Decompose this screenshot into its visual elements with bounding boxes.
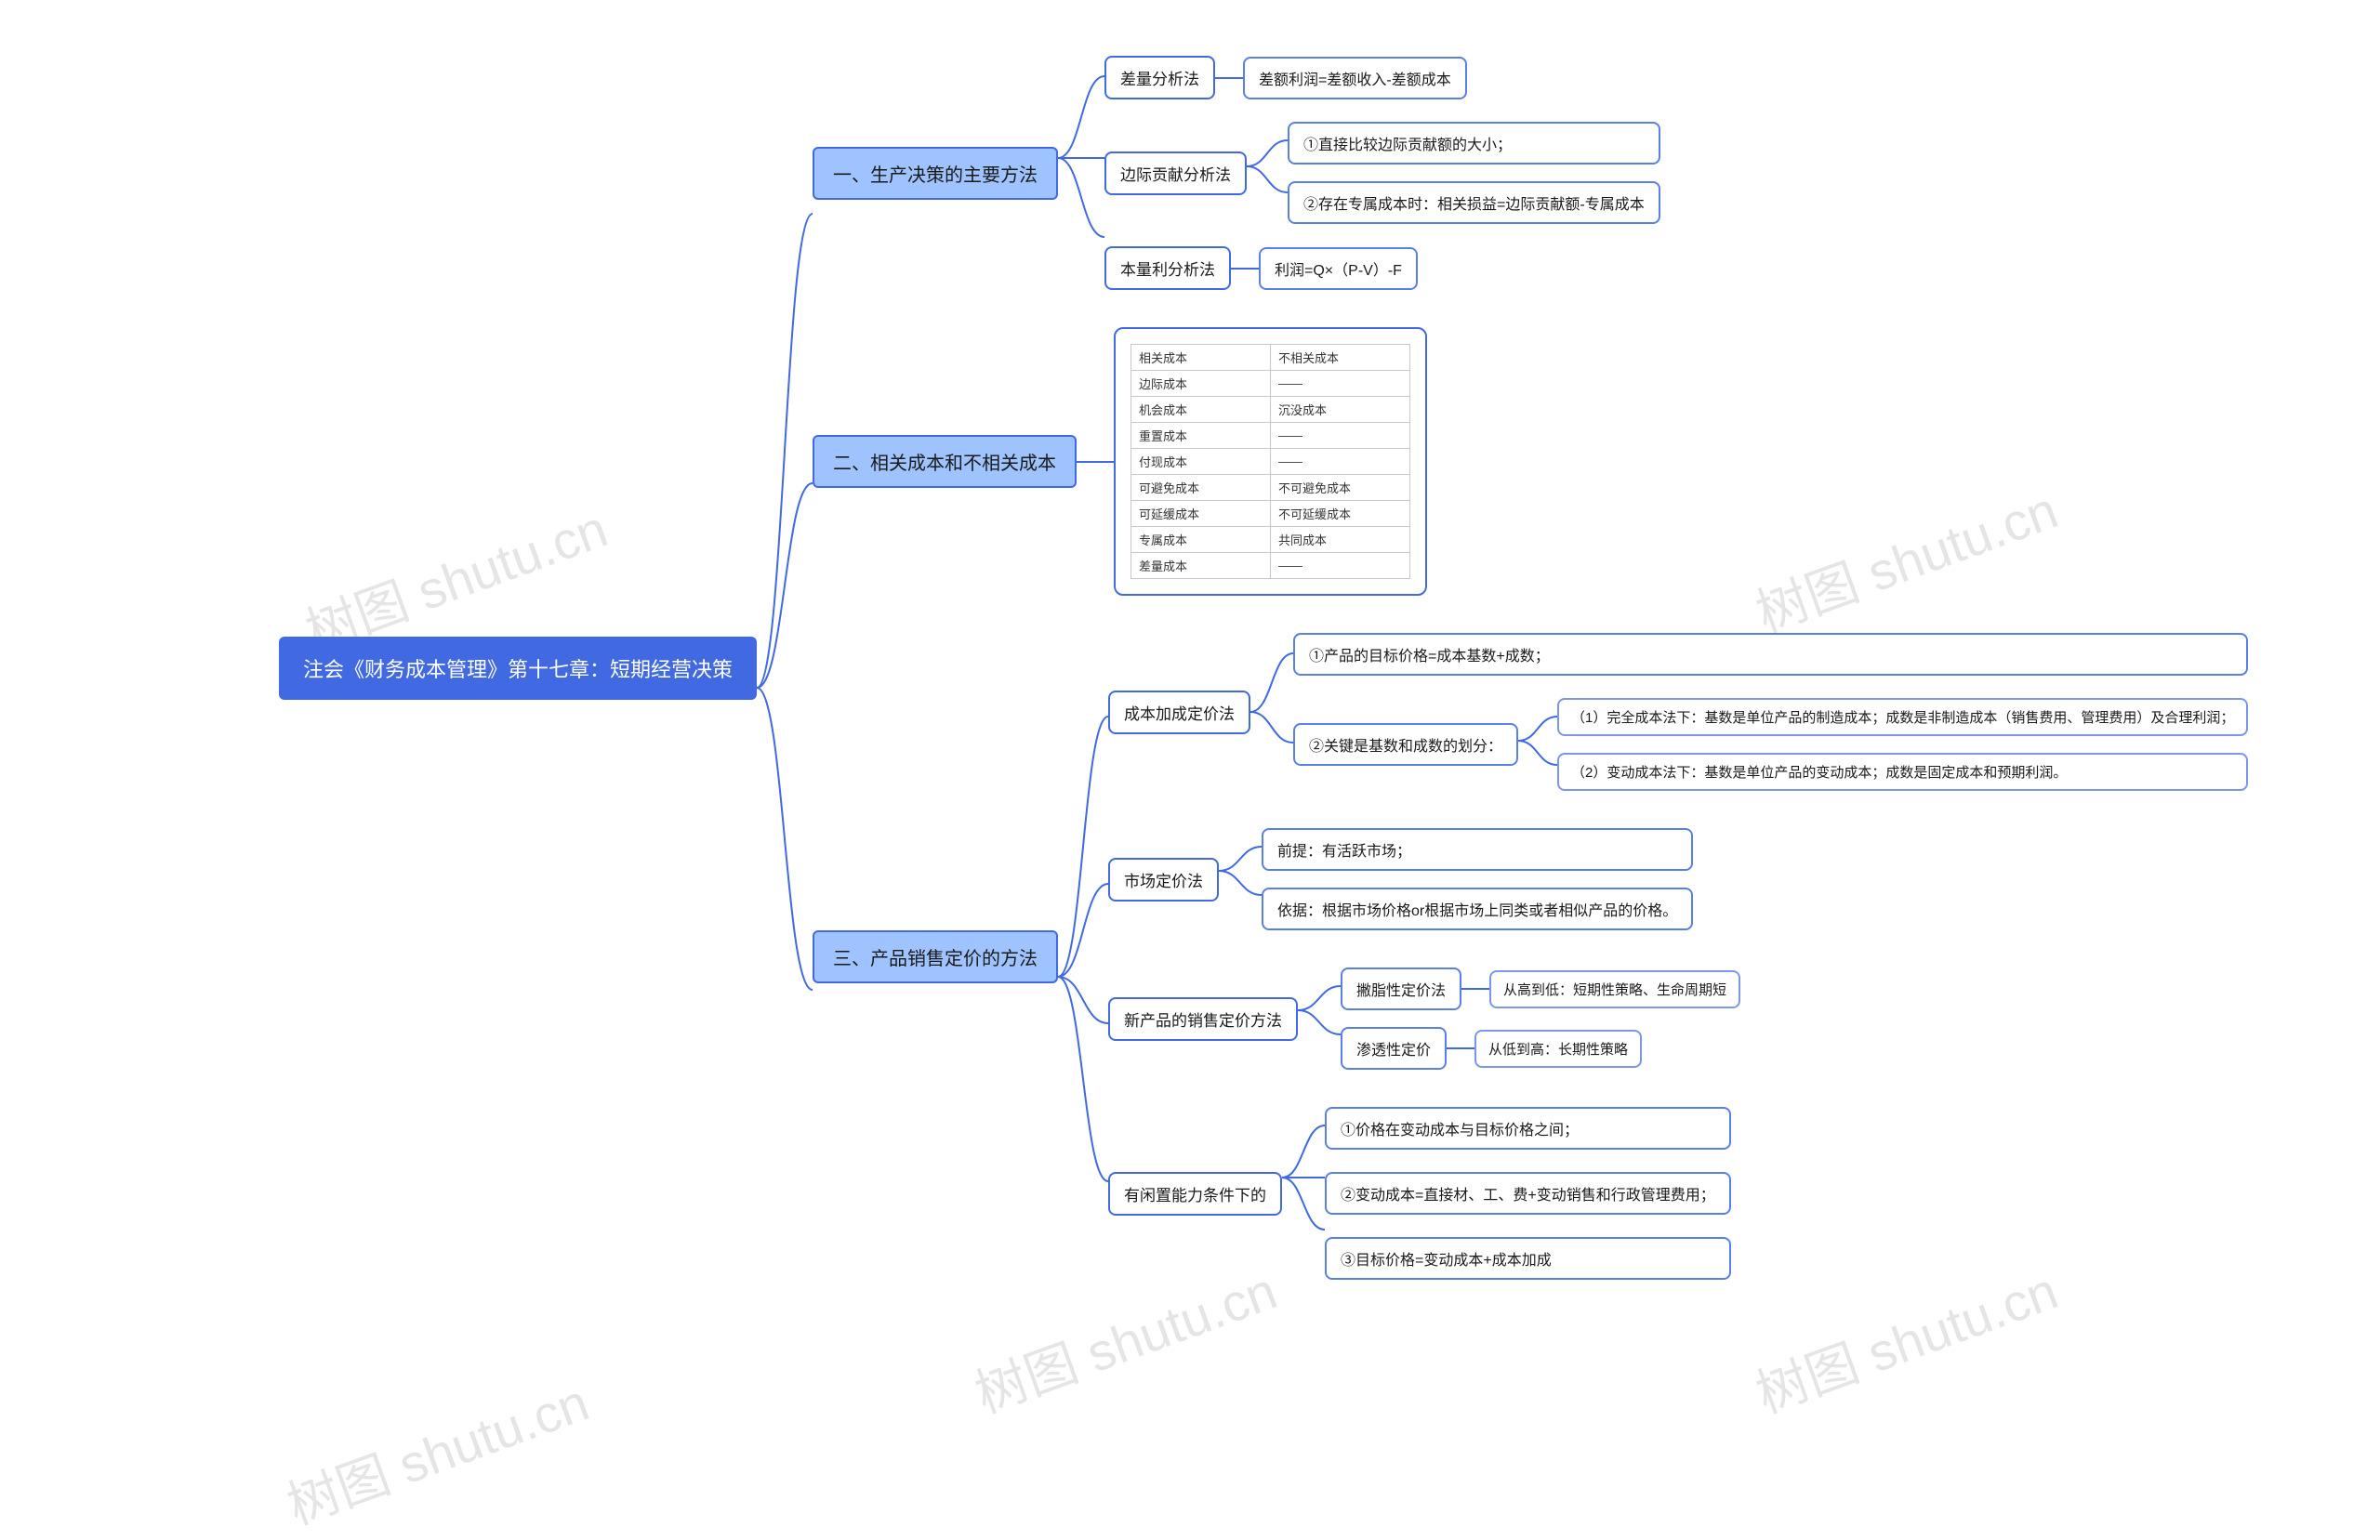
branch-3: 三、产品销售定价的方法 成本加成定价法 [813, 633, 2248, 1280]
node-b1c2d1[interactable]: ①直接比较边际贡献额的大小； [1288, 122, 1660, 165]
node-b3c3d2[interactable]: 渗透性定价 [1341, 1027, 1447, 1070]
node-b3c3[interactable]: 新产品的销售定价方法 [1108, 997, 1298, 1041]
connector [1058, 56, 1104, 290]
connector [1250, 633, 1293, 791]
connector [1058, 633, 1108, 1280]
root-node[interactable]: 注会《财务成本管理》第十七章：短期经营决策 [279, 637, 757, 700]
connector [1282, 1107, 1325, 1280]
node-b1c3d1[interactable]: 利润=Q×（P-V）-F [1259, 247, 1418, 290]
connector [1518, 698, 1557, 791]
node-b3[interactable]: 三、产品销售定价的方法 [813, 930, 1058, 983]
node-b3c4[interactable]: 有闲置能力条件下的 [1108, 1172, 1282, 1216]
node-b1c2[interactable]: 边际贡献分析法 [1104, 151, 1247, 195]
node-b1[interactable]: 一、生产决策的主要方法 [813, 147, 1058, 200]
node-b3c2[interactable]: 市场定价法 [1108, 858, 1219, 902]
connector [1298, 967, 1341, 1070]
connector [1219, 828, 1262, 930]
node-b1c1d1[interactable]: 差额利润=差额收入-差额成本 [1243, 57, 1467, 99]
node-b3c3d2e1[interactable]: 从低到高：长期性策略 [1474, 1030, 1642, 1068]
cost-table: 相关成本不相关成本 边际成本—— 机会成本沉没成本 重置成本—— 付现成本—— … [1130, 344, 1410, 579]
node-b3c4d1[interactable]: ①价格在变动成本与目标价格之间； [1325, 1107, 1731, 1150]
node-b3c1[interactable]: 成本加成定价法 [1108, 691, 1250, 734]
node-b1c3[interactable]: 本量利分析法 [1104, 246, 1231, 290]
mindmap-canvas[interactable]: 注会《财务成本管理》第十七章：短期经营决策 一、生产决策的主要方法 差量分析 [279, 56, 2248, 1280]
node-b3c4d2[interactable]: ②变动成本=直接材、工、费+变动销售和行政管理费用； [1325, 1172, 1731, 1215]
branch-1: 一、生产决策的主要方法 差量分析法 差额利润=差额收入-差额成本 边际贡献分析法 [813, 56, 2248, 290]
node-b3c2d1[interactable]: 前提：有活跃市场； [1262, 828, 1693, 871]
node-b2-table[interactable]: 相关成本不相关成本 边际成本—— 机会成本沉没成本 重置成本—— 付现成本—— … [1114, 327, 1427, 596]
node-b2[interactable]: 二、相关成本和不相关成本 [813, 435, 1077, 488]
node-b3c1d2[interactable]: ②关键是基数和成数的划分： [1293, 723, 1518, 766]
node-b1c2d2[interactable]: ②存在专属成本时：相关损益=边际贡献额-专属成本 [1288, 181, 1660, 224]
node-b3c1d2e1[interactable]: （1）完全成本法下：基数是单位产品的制造成本；成数是非制造成本（销售费用、管理费… [1557, 698, 2248, 736]
node-b3c1d1[interactable]: ①产品的目标价格=成本基数+成数； [1293, 633, 2248, 676]
connector [757, 56, 813, 1280]
node-b3c1d2e2[interactable]: （2）变动成本法下：基数是单位产品的变动成本；成数是固定成本和预期利润。 [1557, 753, 2248, 791]
branch-2: 二、相关成本和不相关成本 相关成本不相关成本 边际成本—— 机会成本沉没成本 重… [813, 327, 2248, 596]
node-b3c4d3[interactable]: ③目标价格=变动成本+成本加成 [1325, 1237, 1731, 1280]
node-b1c1[interactable]: 差量分析法 [1104, 56, 1215, 99]
node-b3c3d1[interactable]: 撇脂性定价法 [1341, 967, 1461, 1010]
connector [1247, 122, 1288, 224]
watermark: 树图 shutu.cn [275, 1361, 598, 1539]
node-b3c3d1e1[interactable]: 从高到低：短期性策略、生命周期短 [1489, 970, 1740, 1008]
node-b3c2d2[interactable]: 依据：根据市场价格or根据市场上同类或者相似产品的价格。 [1262, 888, 1693, 930]
